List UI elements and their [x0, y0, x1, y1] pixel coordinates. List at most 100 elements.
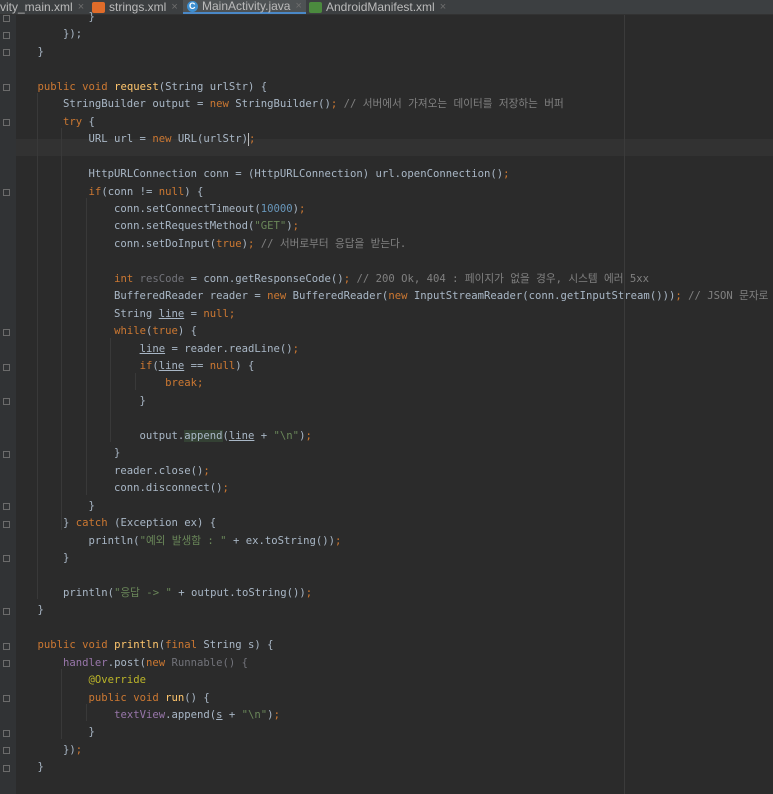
code-line[interactable]: public void run() {	[12, 690, 210, 707]
code-line[interactable]: } catch (Exception ex) {	[12, 515, 216, 532]
fold-marker-icon[interactable]	[3, 747, 10, 755]
close-icon[interactable]: ×	[295, 0, 301, 12]
code-token: textView	[114, 709, 166, 721]
code-token: URL(urlStr)	[177, 133, 249, 146]
code-line[interactable]: URL url = new URL(urlStr);	[12, 131, 255, 148]
tab-strings-xml[interactable]: strings.xml ×	[92, 0, 178, 14]
code-token: // 200 Ok, 404 : 페이지가 없을 경우, 시스템 에러 5xx	[356, 272, 649, 285]
code-line[interactable]: line = reader.readLine();	[12, 341, 299, 358]
code-line[interactable]: println("응답 -> " + output.toString());	[12, 585, 312, 602]
code-token: println(	[12, 534, 140, 547]
code-token: append	[184, 429, 223, 442]
code-line[interactable]: conn.setDoInput(true); // 서버로부터 응답을 받는다.	[12, 236, 406, 253]
code-line[interactable]: }	[12, 9, 95, 26]
code-token: ;	[228, 307, 236, 320]
code-token: while	[114, 325, 146, 338]
code-line[interactable]: break;	[12, 375, 203, 392]
code-line[interactable]: output.append(line + "\n");	[12, 428, 312, 445]
fold-marker-icon[interactable]	[3, 729, 10, 737]
code-token: if	[88, 185, 102, 198]
code-line[interactable]: conn.setConnectTimeout(10000);	[12, 201, 305, 218]
fold-marker-icon[interactable]	[3, 398, 10, 406]
fold-marker-icon[interactable]	[3, 84, 10, 92]
fold-marker-icon[interactable]	[3, 642, 10, 650]
code-token: conn.setDoInput(	[12, 237, 217, 250]
code-token: request	[114, 80, 159, 93]
code-line[interactable]: textView.append(s + "\n");	[12, 707, 280, 724]
fold-marker-icon[interactable]	[3, 363, 10, 371]
code-token: reader.close()	[12, 464, 204, 477]
code-line[interactable]: }	[12, 44, 44, 61]
code-line[interactable]: }	[12, 498, 95, 515]
code-line[interactable]: }	[12, 602, 44, 619]
fold-marker-icon[interactable]	[3, 695, 10, 703]
code-line[interactable]: reader.close();	[12, 463, 210, 480]
code-line[interactable]: }	[12, 724, 95, 741]
fold-marker-icon[interactable]	[3, 503, 10, 511]
fold-marker-icon[interactable]	[3, 49, 10, 57]
code-line[interactable]: public void request(String urlStr) {	[12, 79, 268, 96]
fold-marker-icon[interactable]	[3, 764, 10, 772]
code-line[interactable]: while(true) {	[12, 323, 197, 340]
code-line[interactable]: });	[12, 742, 82, 759]
fold-marker-icon[interactable]	[3, 660, 10, 668]
code-line[interactable]: if(line == null) {	[12, 358, 255, 375]
fold-marker-icon[interactable]	[3, 119, 10, 127]
code-line[interactable]: });	[12, 26, 82, 43]
code-token: @Override	[88, 674, 146, 687]
code-line[interactable]: }	[12, 393, 146, 410]
fold-marker-icon[interactable]	[3, 450, 10, 458]
code-token: new	[267, 290, 293, 303]
code-token: String s) {	[203, 639, 274, 652]
code-token: ;	[248, 237, 261, 250]
code-token: }	[12, 551, 70, 564]
code-line[interactable]: @Override	[12, 672, 146, 689]
code-line[interactable]: int resCode = conn.getResponseCode(); //…	[12, 271, 649, 288]
code-line[interactable]: String line = null;	[12, 306, 235, 323]
code-line[interactable]: println("예외 발생함 : " + ex.toString());	[12, 533, 342, 550]
code-token: // JSON 문자로	[688, 290, 769, 303]
fold-marker-icon[interactable]	[3, 31, 10, 39]
code-token: () {	[184, 691, 210, 704]
code-token: }	[12, 447, 121, 460]
close-icon[interactable]: ×	[440, 1, 446, 13]
code-token: }	[12, 499, 95, 512]
tab-label: AndroidManifest.xml	[326, 0, 435, 14]
tab-label: MainActivity.java	[202, 0, 291, 13]
code-line[interactable]: try {	[12, 114, 95, 131]
code-line[interactable]: }	[12, 550, 69, 567]
code-token: ;	[503, 168, 510, 181]
code-line[interactable]: public void println(final String s) {	[12, 637, 274, 654]
code-line[interactable]: BufferedReader reader = new BufferedRead…	[12, 288, 768, 305]
code-line[interactable]: handler.post(new Runnable() {	[12, 655, 248, 672]
code-line[interactable]: conn.setRequestMethod("GET");	[12, 218, 299, 235]
fold-marker-icon[interactable]	[3, 555, 10, 563]
tab-mainactivity-java[interactable]: MainActivity.java ×	[183, 0, 306, 14]
fold-marker-icon[interactable]	[3, 189, 10, 196]
code-token: true	[152, 325, 178, 338]
tab-androidmanifest-xml[interactable]: AndroidManifest.xml ×	[309, 0, 446, 14]
code-token: println(	[12, 586, 115, 599]
code-line[interactable]: if(conn != null) {	[12, 184, 204, 201]
fold-marker-icon[interactable]	[3, 328, 10, 336]
fold-marker-icon[interactable]	[3, 607, 10, 615]
code-line[interactable]: StringBuilder output = new StringBuilder…	[12, 96, 564, 113]
code-line[interactable]: HttpURLConnection conn = (HttpURLConnect…	[12, 166, 510, 183]
code-token: Runnable() {	[171, 656, 249, 669]
code-line[interactable]: }	[12, 759, 44, 776]
fold-marker-icon[interactable]	[3, 520, 10, 528]
code-line[interactable]: conn.disconnect();	[12, 480, 229, 497]
close-icon[interactable]: ×	[171, 1, 177, 13]
code-line[interactable]: }	[12, 445, 120, 462]
code-token: + output.toString())	[178, 586, 306, 599]
code-token: ;	[299, 202, 306, 215]
fold-marker-icon[interactable]	[3, 14, 10, 22]
code-token: .post(	[107, 656, 146, 669]
editor-tab-bar: vity_main.xml × strings.xml × MainActivi…	[0, 0, 773, 15]
code-token: "응답 -> "	[114, 586, 179, 599]
